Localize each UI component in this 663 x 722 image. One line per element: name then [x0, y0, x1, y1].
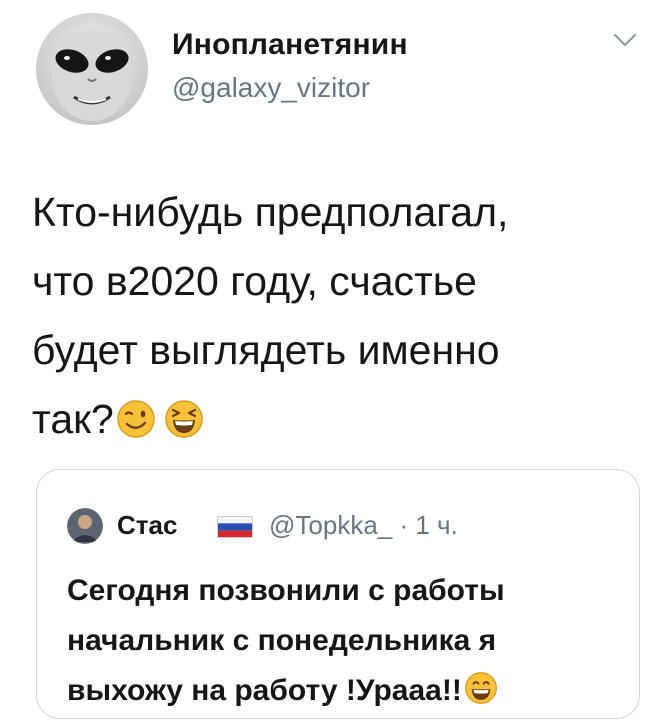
grinning-squinting-face-emoji-icon — [164, 399, 204, 439]
tweet-card: Инопланетянин @galaxy_vizitor Кто-нибудь… — [0, 0, 663, 722]
tweet-text-line: Кто-нибудь предполагал, — [32, 189, 509, 235]
author-avatar[interactable] — [36, 13, 148, 125]
tweet-text: Кто-нибудь предполагал, что в2020 году, … — [32, 178, 642, 454]
person-photo-icon — [67, 508, 103, 544]
quoted-author-name[interactable]: Стас — [117, 510, 177, 541]
author-handle[interactable]: @galaxy_vizitor — [172, 72, 370, 104]
quoted-tweet-text: Сегодня позвонили с работы начальник с п… — [67, 566, 627, 716]
grinning-face-emoji-icon — [464, 671, 498, 705]
quoted-text-line: выхожу на работу !Урааа!! — [67, 674, 462, 707]
quoted-text-line: начальник с понедельника я — [67, 624, 497, 657]
tweet-text-line: будет выглядеть именно — [32, 327, 500, 373]
tweet-text-line: что в2020 году, счастье — [32, 258, 477, 304]
quoted-tweet-time[interactable]: · 1 ч. — [399, 510, 457, 540]
tweet-text-last-line: так? — [32, 385, 642, 454]
tweet-menu-button[interactable] — [612, 30, 638, 50]
quoted-author-avatar[interactable] — [67, 508, 103, 544]
winking-face-emoji-icon — [116, 399, 156, 439]
quoted-text-line: Сегодня позвонили с работы — [67, 574, 505, 607]
tweet-text-line: так? — [32, 396, 114, 442]
quoted-text-last-line: выхожу на работу !Урааа!! — [67, 666, 627, 716]
quoted-author-meta: @Topkka_ · 1 ч. — [269, 510, 458, 541]
quoted-author-handle[interactable]: @Topkka_ — [269, 510, 392, 540]
quoted-tweet[interactable]: Стас @Topkka_ · 1 ч. Сегодня позвонили с… — [36, 469, 640, 719]
chevron-down-icon — [614, 34, 636, 46]
russia-flag-icon — [217, 516, 253, 538]
alien-face-icon — [36, 13, 148, 125]
author-display-name[interactable]: Инопланетянин — [172, 28, 408, 62]
